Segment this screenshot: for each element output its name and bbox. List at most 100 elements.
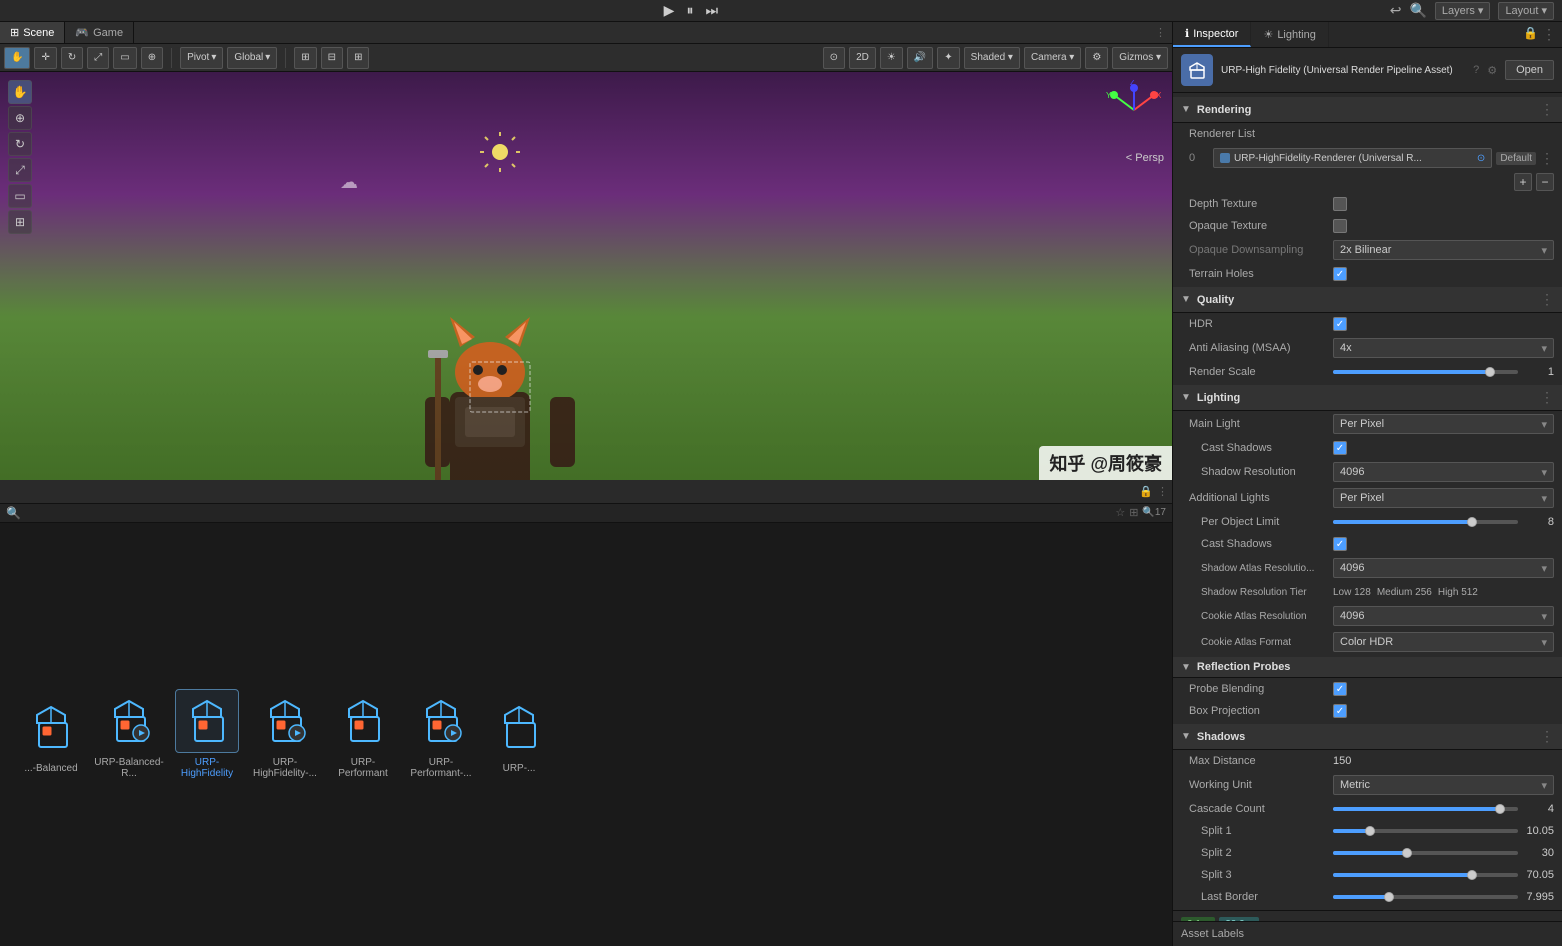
2d-toggle[interactable]: 2D	[849, 47, 876, 69]
shadow-resolution-main-dropdown[interactable]: 4096	[1333, 462, 1554, 482]
scale-tool[interactable]: ⤢	[87, 47, 109, 69]
additional-lights-dropdown[interactable]: Per Pixel	[1333, 488, 1554, 508]
per-object-limit-slider[interactable]: 8	[1333, 516, 1554, 528]
asset-item-performant[interactable]: URP-Performant	[328, 689, 398, 779]
renderer-item[interactable]: URP-HighFidelity-Renderer (Universal R..…	[1213, 148, 1492, 168]
last-border-slider[interactable]: 7.995	[1333, 891, 1554, 903]
shadow-atlas-dropdown[interactable]: 4096	[1333, 558, 1554, 578]
scene-more-icon[interactable]: ⋮	[1155, 26, 1166, 39]
opaque-texture-checkbox[interactable]	[1333, 219, 1347, 233]
main-light-dropdown[interactable]: Per Pixel	[1333, 414, 1554, 434]
lock-inspector-icon[interactable]: 🔒	[1523, 26, 1538, 43]
scale-gizmo[interactable]: ⤢	[8, 158, 32, 182]
renderer-item-menu[interactable]: ⋮	[1540, 150, 1554, 167]
opaque-downsampling-dropdown[interactable]: 2x Bilinear	[1333, 240, 1554, 260]
shadows-header[interactable]: ▼ Shadows ⋮	[1173, 724, 1562, 750]
remove-renderer-button[interactable]: −	[1536, 173, 1554, 191]
asset-item-highfidelity-r[interactable]: URP-HighFidelity-...	[250, 689, 320, 779]
asset-item-balanced-r[interactable]: URP-Balanced-R...	[94, 689, 164, 779]
shadows-menu[interactable]: ⋮	[1540, 728, 1554, 745]
step-button[interactable]: ⏭	[705, 2, 718, 19]
filter-icon[interactable]: ⊞	[1129, 506, 1138, 519]
tab-scene[interactable]: ⊞ Scene	[0, 22, 65, 43]
rendering-header[interactable]: ▼ Rendering ⋮	[1173, 97, 1562, 123]
rotate-gizmo[interactable]: ↻	[8, 132, 32, 156]
quality-menu[interactable]: ⋮	[1540, 291, 1554, 308]
rotate-tool[interactable]: ↻	[61, 47, 83, 69]
lighting-header[interactable]: ▼ Lighting ⋮	[1173, 385, 1562, 411]
undo-icon[interactable]: ↩	[1390, 2, 1402, 19]
layers-dropdown[interactable]: Layers ▾	[1435, 2, 1491, 20]
asset-search-input[interactable]	[25, 507, 1111, 519]
asset-item-balanced[interactable]: ...-Balanced	[16, 695, 86, 774]
asset-item-highfidelity[interactable]: URP-HighFidelity	[172, 689, 242, 779]
audio-toggle[interactable]: 🔊	[907, 47, 933, 69]
cookie-atlas-format-dropdown[interactable]: Color HDR	[1333, 632, 1554, 652]
scene-view-dropdown[interactable]: Shaded ▾	[964, 47, 1020, 69]
global-dropdown[interactable]: Global ▾	[227, 47, 277, 69]
tab-lighting[interactable]: ☀ Lighting	[1251, 22, 1328, 47]
render-scale-thumb[interactable]	[1485, 367, 1495, 377]
open-button[interactable]: Open	[1505, 60, 1554, 80]
tab-game[interactable]: 🎮 Game	[65, 22, 134, 43]
lighting-menu[interactable]: ⋮	[1540, 389, 1554, 406]
split1-thumb[interactable]	[1365, 826, 1375, 836]
asset-browser-more-icon[interactable]: ⋮	[1157, 485, 1168, 498]
pause-button[interactable]: ⏸	[686, 2, 693, 19]
lock-icon[interactable]: 🔒	[1139, 485, 1153, 498]
question-icon[interactable]: ?	[1473, 64, 1479, 76]
split3-slider[interactable]: 70.05	[1333, 869, 1554, 881]
fx-toggle[interactable]: ✦	[937, 47, 959, 69]
per-object-limit-thumb[interactable]	[1467, 517, 1477, 527]
split3-thumb[interactable]	[1467, 870, 1477, 880]
cast-shadows-add-checkbox[interactable]: ✓	[1333, 537, 1347, 551]
split1-slider[interactable]: 10.05	[1333, 825, 1554, 837]
tab-inspector[interactable]: ℹ Inspector	[1173, 22, 1251, 47]
rect-tool[interactable]: ▭	[113, 47, 136, 69]
render-scale-slider[interactable]: 1	[1333, 366, 1554, 378]
settings-icon[interactable]: ⚙	[1487, 64, 1497, 77]
cascade-count-slider[interactable]: 4	[1333, 803, 1554, 815]
more-inspector-icon[interactable]: ⋮	[1542, 26, 1556, 43]
last-border-thumb[interactable]	[1384, 892, 1394, 902]
hdr-checkbox[interactable]: ✓	[1333, 317, 1347, 331]
lighting-toggle[interactable]: ☀	[880, 47, 903, 69]
split2-thumb[interactable]	[1402, 848, 1412, 858]
reflection-probes-header[interactable]: ▼ Reflection Probes	[1173, 657, 1562, 678]
box-projection-checkbox[interactable]: ✓	[1333, 704, 1347, 718]
depth-texture-checkbox[interactable]	[1333, 197, 1347, 211]
rect-gizmo[interactable]: ▭	[8, 184, 32, 208]
grid-layout-btn[interactable]: ⊞	[294, 47, 316, 69]
split2-slider[interactable]: 30	[1333, 847, 1554, 859]
move-gizmo[interactable]: ⊕	[8, 106, 32, 130]
move-tool[interactable]: ✛	[34, 47, 56, 69]
asset-item-urp[interactable]: URP-...	[484, 695, 554, 774]
snap-btn[interactable]: ⊞	[347, 47, 369, 69]
quality-header[interactable]: ▼ Quality ⋮	[1173, 287, 1562, 313]
asset-item-performant-r[interactable]: URP-Performant-...	[406, 689, 476, 779]
custom-gizmo[interactable]: ⊞	[8, 210, 32, 234]
camera-dropdown[interactable]: Camera ▾	[1024, 47, 1081, 69]
per-object-limit-label: Per Object Limit	[1189, 516, 1329, 528]
working-unit-dropdown[interactable]: Metric	[1333, 775, 1554, 795]
scene-settings[interactable]: ⚙	[1085, 47, 1108, 69]
pivot-dropdown[interactable]: Pivot ▾	[180, 47, 223, 69]
rendering-menu[interactable]: ⋮	[1540, 101, 1554, 118]
search-icon[interactable]: 🔍	[1409, 2, 1426, 19]
cookie-atlas-resolution-dropdown[interactable]: 4096	[1333, 606, 1554, 626]
probe-blending-checkbox[interactable]: ✓	[1333, 682, 1347, 696]
terrain-holes-checkbox[interactable]: ✓	[1333, 267, 1347, 281]
cascade-count-thumb[interactable]	[1495, 804, 1505, 814]
add-renderer-button[interactable]: +	[1514, 173, 1532, 191]
grid2-btn[interactable]: ⊟	[321, 47, 343, 69]
bookmark-icon[interactable]: ☆	[1115, 506, 1125, 519]
hand-tool[interactable]: ✋	[4, 47, 30, 69]
hand-gizmo[interactable]: ✋	[8, 80, 32, 104]
anti-aliasing-dropdown[interactable]: 4x	[1333, 338, 1554, 358]
gizmos-toggle[interactable]: Gizmos ▾	[1112, 47, 1168, 69]
cast-shadows-main-checkbox[interactable]: ✓	[1333, 441, 1347, 455]
layout-dropdown[interactable]: Layout ▾	[1498, 2, 1554, 20]
play-button[interactable]: ▶	[664, 2, 675, 19]
gizmo-toggle[interactable]: ⊙	[823, 47, 845, 69]
transform-tool[interactable]: ⊕	[141, 47, 163, 69]
